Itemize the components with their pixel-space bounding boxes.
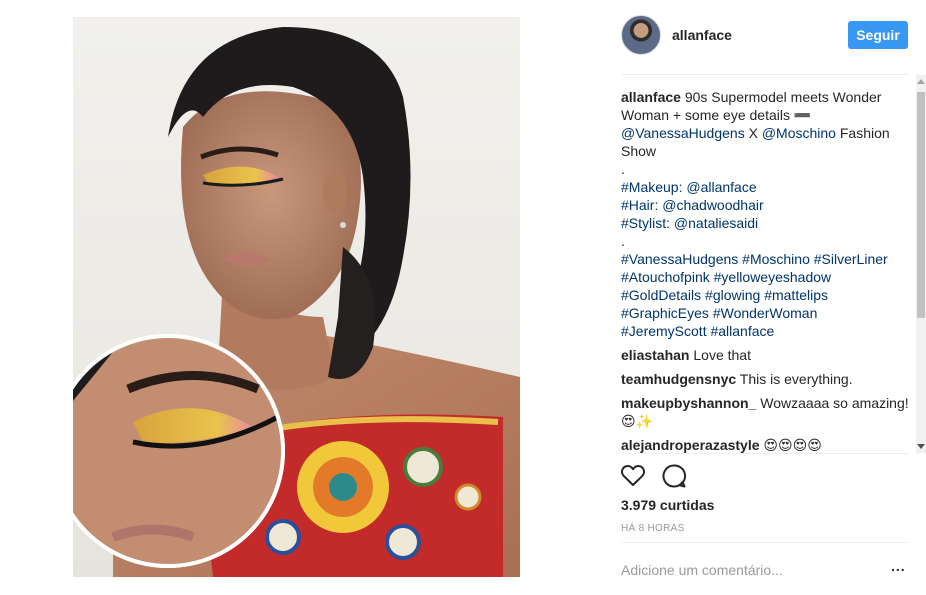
comments-list: allanface 90s Supermodel meets Wonder Wo… [621,88,915,453]
hashtag-line[interactable]: #GraphicEyes #WonderWoman [621,304,915,322]
hashtag-hair[interactable]: #Hair: [621,197,658,213]
comment-item: teamhudgensnyc This is everything. [621,370,915,388]
caption-separator: . [621,233,625,249]
post-header: allanface Seguir [621,15,908,55]
actions-divider [621,453,908,454]
hashtag-line[interactable]: #Atouchofpink #yelloweyeshadow [621,268,915,286]
caption-x: X [748,125,758,141]
speech-bubble-icon[interactable] [661,463,687,489]
comment-username[interactable]: alejandroperazastyle [621,437,760,453]
comment-text: This is everything. [739,371,853,387]
caption: allanface 90s Supermodel meets Wonder Wo… [621,88,915,160]
comment-item: alejandroperazastyle 😍😍😍😍 [621,436,915,453]
follow-button[interactable]: Seguir [848,21,908,49]
comment-item: eliastahan Love that [621,346,915,364]
mention-nataliesaidi[interactable]: @nataliesaidi [674,215,758,231]
author-username[interactable]: allanface [672,27,732,43]
comment-username[interactable]: makeupbyshannon_ [621,395,756,411]
mention-vanessahudgens[interactable]: @VanessaHudgens [621,125,745,141]
mention-moschino[interactable]: @Moschino [762,125,836,141]
caption-separator: . [621,161,625,177]
header-divider [621,74,908,75]
comment-username[interactable]: eliastahan [621,347,689,363]
portrait-illustration [73,27,520,577]
like-count[interactable]: 3.979 curtidas [621,497,714,513]
comment-item: makeupbyshannon_ Wowzaaaa so amazing!😍✨ [621,394,915,430]
hashtag-line[interactable]: #GoldDetails #glowing #mattelips [621,286,915,304]
comment-text: Love that [693,347,751,363]
avatar[interactable] [621,15,661,55]
post-photo [73,17,520,577]
comments-scrollbar[interactable] [916,75,926,453]
hashtag-line[interactable]: #JeremyScott #allanface [621,322,915,340]
credit-hair: #Hair: @chadwoodhair [621,196,915,214]
scrollbar-thumb[interactable] [917,92,925,318]
add-comment-input[interactable] [621,561,891,579]
mention-chadwoodhair[interactable]: @chadwoodhair [662,197,763,213]
post-timestamp: HÁ 8 HORAS [621,523,685,534]
hashtag-stylist[interactable]: #Stylist: [621,215,670,231]
caption-username[interactable]: allanface [621,89,681,105]
comment-text: 😍😍😍😍 [763,437,822,453]
heart-outline-icon[interactable] [620,463,646,489]
credit-makeup: #Makeup: @allanface [621,178,915,196]
scroll-up-arrow-icon[interactable] [917,79,925,84]
hashtag-line[interactable]: #VanessaHudgens #Moschino #SilverLiner [621,250,915,268]
credit-stylist: #Stylist: @nataliesaidi [621,214,915,232]
comment-box-divider [621,542,908,543]
comment-username[interactable]: teamhudgensnyc [621,371,736,387]
hashtag-makeup[interactable]: #Makeup: [621,179,682,195]
mention-allanface[interactable]: @allanface [686,179,756,195]
ellipsis-icon[interactable]: ... [891,559,909,576]
scroll-down-arrow-icon[interactable] [917,444,925,449]
